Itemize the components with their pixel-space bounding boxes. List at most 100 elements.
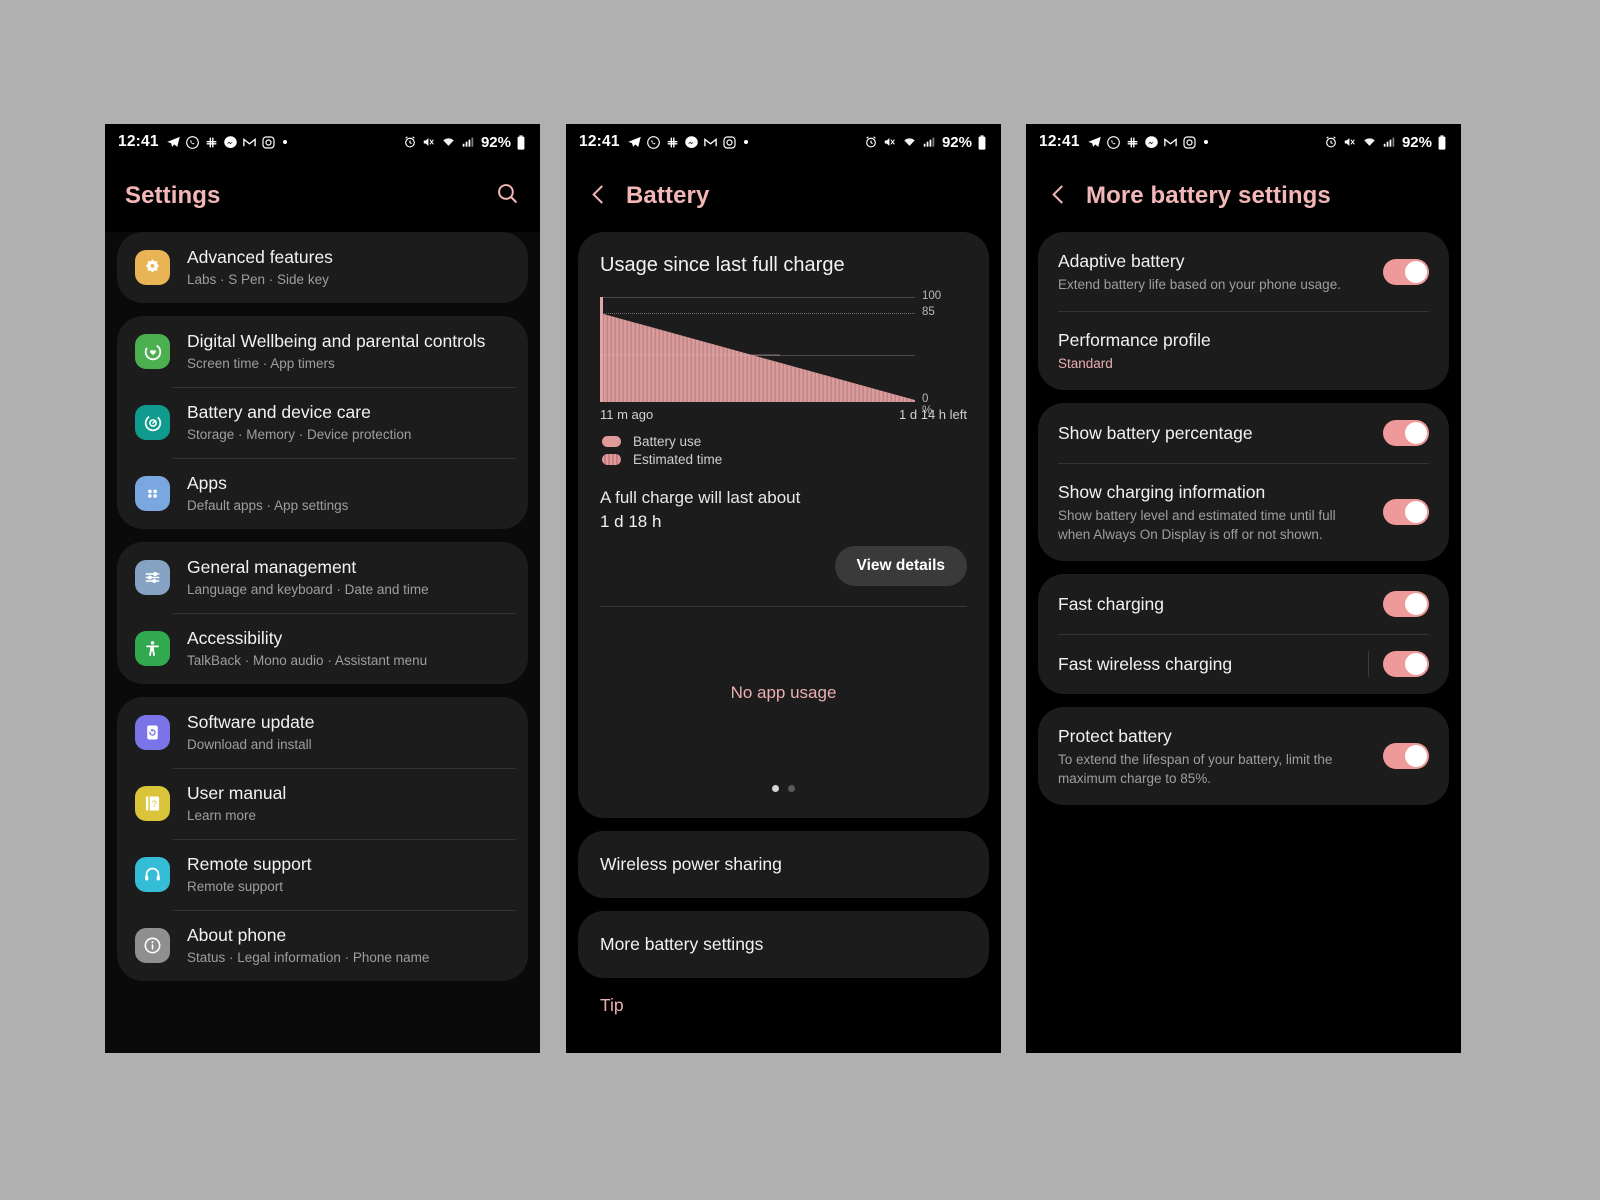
row-title: Performance profile [1058,330,1211,350]
settings-item-title: Remote support [187,854,312,874]
toggle-protect-battery[interactable] [1383,743,1429,769]
toggle-knob [1405,501,1427,523]
chart-time-start: 11 m ago [600,407,654,422]
sidebar-item-about-phone[interactable]: About phone Status · Legal information ·… [121,910,524,981]
row-title: Fast charging [1058,594,1165,614]
toggle-fast-wireless-charging[interactable] [1383,651,1429,677]
more-battery-list[interactable]: Adaptive battery Extend battery life bas… [1026,232,1461,1053]
status-time: 12:41 [118,133,159,150]
about-phone-icon [135,928,170,963]
svg-text:?: ? [152,799,157,809]
row-title: Show charging information [1058,482,1266,502]
search-icon[interactable] [495,181,520,211]
row-adaptive-battery[interactable]: Adaptive battery Extend battery life bas… [1038,232,1449,311]
battery-chart-plot: 100 85 0 % [600,290,941,417]
settings-item-sub: Labs · S Pen · Side key [187,272,329,287]
accessibility-icon [135,631,170,666]
battery-icon [1437,134,1447,150]
settings-item-text: General management Language and keyboard… [187,556,429,599]
instagram-icon [1182,135,1197,150]
status-left-icons [1087,135,1208,150]
sidebar-item-general-management[interactable]: General management Language and keyboard… [121,542,524,613]
status-right-icons: 92% [403,134,526,151]
tip-label[interactable]: Tip [566,991,1001,1020]
settings-item-text: Digital Wellbeing and parental controls … [187,330,485,373]
settings-item-title: Digital Wellbeing and parental controls [187,331,486,351]
settings-group: General management Language and keyboard… [117,542,528,684]
page-dot-2[interactable] [788,785,795,792]
row-title: Protect battery [1058,726,1172,746]
row-text: Show charging information Show battery l… [1058,480,1383,544]
settings-list[interactable]: Advanced features Labs · S Pen · Side ke… [105,232,540,1053]
slack-icon [1125,135,1140,150]
sidebar-item-software-update[interactable]: Software update Download and install [121,697,524,768]
back-chevron-icon[interactable] [586,183,612,209]
sidebar-item-digital-wellbeing[interactable]: Digital Wellbeing and parental controls … [121,316,524,387]
phone-screen-battery: 12:41 92% Battery Usage since last full … [566,124,1001,1053]
toggle-show-battery-percentage[interactable] [1383,420,1429,446]
chart-area-fill [600,297,915,402]
screenshot-stage: 12:41 92% Settings Advanced features Lab… [0,0,1600,1200]
toggle-fast-charging[interactable] [1383,591,1429,617]
settings-group: Advanced features Labs · S Pen · Side ke… [117,232,528,303]
no-app-usage-label: No app usage [730,683,837,702]
phone-screen-settings: 12:41 92% Settings Advanced features Lab… [105,124,540,1053]
instagram-icon [722,135,737,150]
settings-item-title: Battery and device care [187,402,371,422]
settings-group: Fast charging Fast wireless charging [1038,574,1449,694]
sidebar-item-remote-support[interactable]: Remote support Remote support [121,839,524,910]
row-sub: Show battery level and estimated time un… [1058,508,1336,542]
settings-item-title: Software update [187,712,315,732]
messenger-icon [684,135,699,150]
settings-item-title: General management [187,557,357,577]
status-bar: 12:41 92% [105,124,540,160]
wellbeing-icon [135,334,170,369]
toggle-show-charging-information[interactable] [1383,499,1429,525]
more-battery-title-bar: More battery settings [1026,160,1461,232]
legend-swatch-striped [602,454,621,465]
status-battery-percent: 92% [480,133,511,151]
settings-item-sub: Screen time · App timers [187,356,335,371]
row-show-battery-percentage[interactable]: Show battery percentage [1038,403,1449,463]
settings-group: Show battery percentage Show charging in… [1038,403,1449,561]
battery-content[interactable]: Usage since last full charge 100 85 0 % … [566,232,1001,1053]
page-dot-1[interactable] [772,785,779,792]
row-protect-battery[interactable]: Protect battery To extend the lifespan o… [1038,707,1449,805]
back-chevron-icon[interactable] [1046,183,1072,209]
wifi-icon [1362,135,1377,149]
alarm-icon [864,135,878,149]
settings-group: Protect battery To extend the lifespan o… [1038,707,1449,805]
row-fast-charging[interactable]: Fast charging [1038,574,1449,634]
sidebar-item-accessibility[interactable]: Accessibility TalkBack · Mono audio · As… [121,613,524,684]
row-show-charging-information[interactable]: Show charging information Show battery l… [1038,463,1449,561]
chart-time-end: 1 d 14 h left [899,407,967,422]
settings-group: Adaptive battery Extend battery life bas… [1038,232,1449,390]
sidebar-item-apps[interactable]: Apps Default apps · App settings [121,458,524,529]
page-indicator[interactable] [578,703,989,818]
signal-icon [922,135,936,149]
row-title: Show battery percentage [1058,423,1253,443]
row-performance-profile[interactable]: Performance profile Standard [1038,311,1449,390]
wireless-power-sharing-item[interactable]: Wireless power sharing [578,831,989,898]
sidebar-item-user-manual[interactable]: ? User manual Learn more [121,768,524,839]
battery-icon [516,134,526,150]
status-left-icons [166,135,287,150]
sidebar-item-advanced-features[interactable]: Advanced features Labs · S Pen · Side ke… [121,232,524,303]
toggle-adaptive-battery[interactable] [1383,258,1429,285]
legend-label: Battery use [633,434,702,449]
row-text: Fast wireless charging [1058,652,1368,676]
mute-icon [883,135,897,149]
settings-item-text: About phone Status · Legal information ·… [187,924,429,967]
row-text: Adaptive battery Extend battery life bas… [1058,249,1383,294]
phone-screen-more-battery-settings: 12:41 92% More battery settings Adaptive… [1026,124,1461,1053]
row-title: Adaptive battery [1058,251,1185,271]
row-fast-wireless-charging[interactable]: Fast wireless charging [1038,634,1449,694]
settings-title-bar: Settings [105,160,540,232]
messenger-icon [223,135,238,150]
sidebar-item-battery-device-care[interactable]: Battery and device care Storage · Memory… [121,387,524,458]
chart-label-85: 85 [922,306,935,318]
toggle-knob [1405,422,1427,444]
more-battery-settings-item[interactable]: More battery settings [578,911,989,978]
view-details-button[interactable]: View details [834,546,967,586]
legend-swatch-solid [602,436,621,447]
